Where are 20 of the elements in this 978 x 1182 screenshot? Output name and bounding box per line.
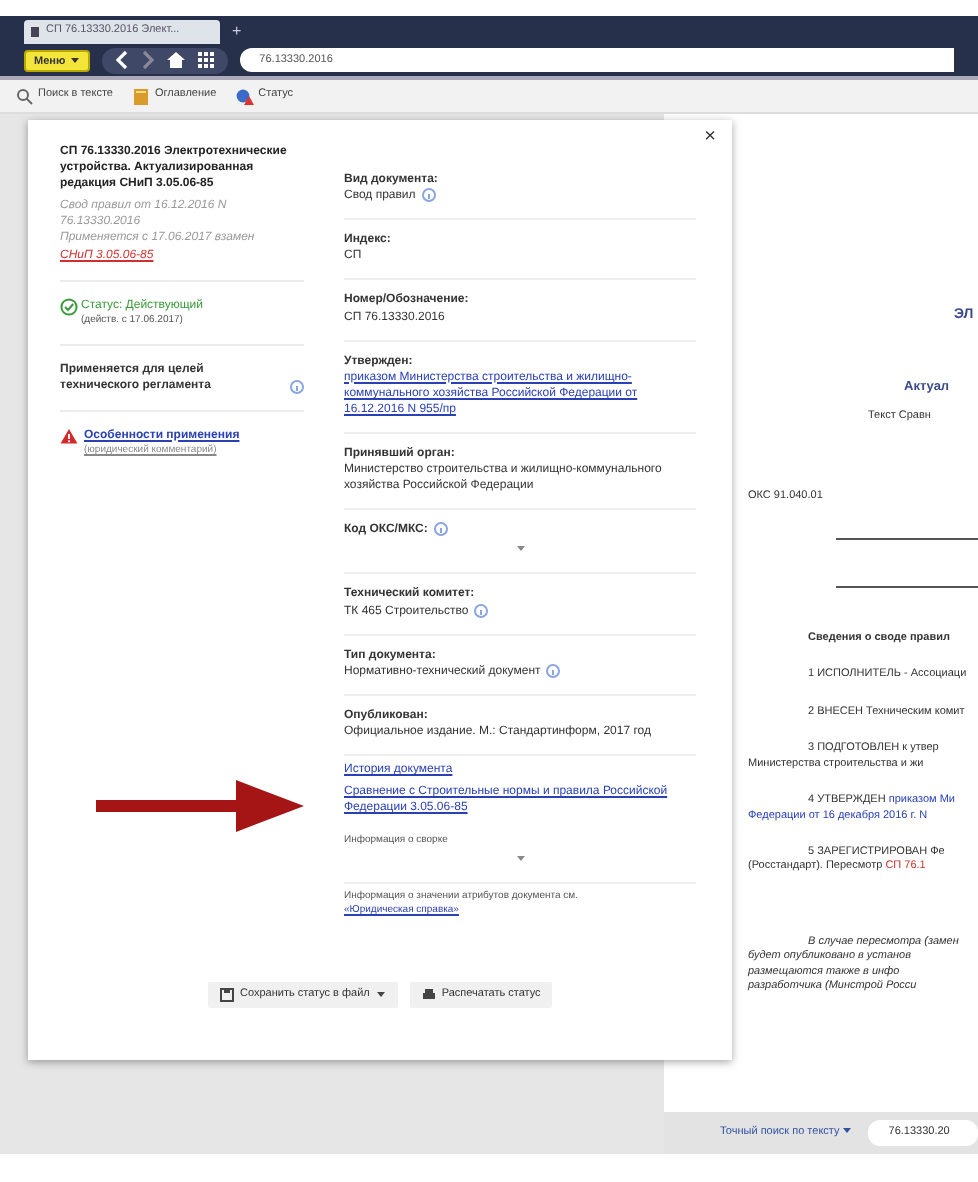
warning-icon [60, 427, 78, 444]
close-button[interactable]: × [704, 128, 716, 148]
document-icon [30, 26, 40, 38]
status-icon [236, 87, 255, 105]
info-icon[interactable] [433, 522, 448, 537]
info-icon [290, 379, 304, 394]
new-tab-button[interactable]: + [232, 20, 242, 44]
grid-icon[interactable] [195, 50, 216, 70]
forward-icon[interactable] [139, 50, 156, 70]
home-icon[interactable] [165, 50, 186, 70]
search-icon [16, 87, 34, 105]
caret-icon [842, 1126, 853, 1135]
book-icon [132, 87, 151, 105]
printer-icon [421, 987, 436, 1002]
floppy-icon [220, 987, 234, 1002]
back-icon[interactable] [113, 50, 130, 70]
caret-icon[interactable] [69, 56, 80, 65]
info-icon[interactable] [546, 663, 561, 678]
info-icon[interactable] [421, 188, 436, 203]
info-icon[interactable] [474, 603, 489, 618]
